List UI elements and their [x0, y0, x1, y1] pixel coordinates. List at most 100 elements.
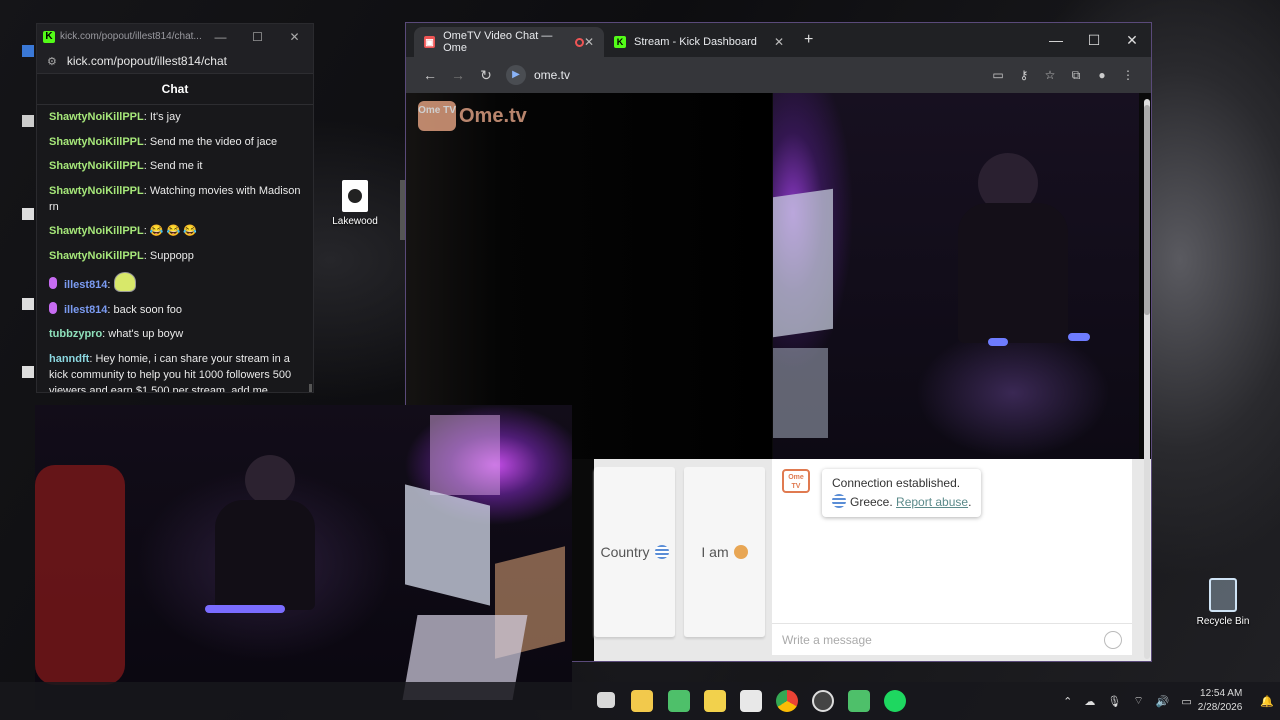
wifi-icon[interactable]: ⌔ [1133, 694, 1143, 708]
chat-username[interactable]: hanndft [49, 353, 89, 365]
person-body-shape [215, 500, 315, 610]
site-settings-icon[interactable]: ⚙ [47, 55, 57, 68]
bookmark-star-icon[interactable]: ☆ [1037, 68, 1063, 82]
emoji-smile-icon[interactable] [1104, 630, 1122, 649]
chat-message: illest814: back soon foo [49, 301, 301, 318]
microphone-icon[interactable]: 🎙 [1107, 695, 1121, 708]
menu-kebab-icon[interactable]: ⋮ [1115, 68, 1141, 82]
ometv-chat-panel: Ome TV Connection established. Greece. Re… [772, 459, 1132, 655]
person-head-shape [245, 455, 295, 505]
desktop-shortcut-icon[interactable] [22, 208, 34, 220]
greece-flag-icon [832, 494, 846, 508]
country-select-button[interactable]: Country [594, 467, 675, 637]
close-button[interactable]: ✕ [276, 30, 313, 44]
message-input[interactable]: Write a message [772, 623, 1132, 655]
ometv-logo-word: Ome.tv [459, 104, 527, 127]
close-button[interactable]: ✕ [1113, 32, 1151, 49]
page-scrollbar[interactable] [1144, 99, 1150, 659]
onedrive-icon[interactable]: ☁ [1084, 695, 1095, 708]
chat-text: It's jay [149, 111, 181, 123]
file-explorer-icon[interactable] [631, 690, 653, 712]
chat-username[interactable]: illest814 [64, 304, 107, 316]
chat-window-title: kick.com/popout/illest814/chat... [60, 31, 202, 42]
reload-icon[interactable]: ↻ [472, 67, 500, 84]
back-arrow-icon[interactable]: ← [416, 67, 444, 83]
tab-ometv[interactable]: ▣ OmeTV Video Chat — Ome ✕ [414, 27, 604, 57]
chat-scrollbar[interactable] [309, 384, 312, 392]
chat-username[interactable]: ShawtyNoiKillPPL [49, 111, 144, 123]
chat-window-urlbar: ⚙ kick.com/popout/illest814/chat [37, 49, 313, 74]
chat-window-titlebar[interactable]: K kick.com/popout/illest814/chat... — ☐ … [37, 24, 313, 49]
taskbar-clock[interactable]: 12:54 AM 2/28/2026 [1198, 687, 1243, 715]
cast-icon[interactable]: ▭ [985, 68, 1011, 82]
chat-message: hanndft: Hey homie, i can share your str… [49, 351, 301, 393]
live-app-icon[interactable] [668, 690, 690, 712]
tab-search-icon[interactable]: ⧉ [1063, 68, 1089, 83]
chat-message: ShawtyNoiKillPPL: 😂 😂 😂 [49, 225, 198, 237]
desktop-shortcut-icon[interactable] [22, 115, 34, 127]
notes-app-icon[interactable] [704, 690, 726, 712]
tab-title: Stream - Kick Dashboard [634, 36, 757, 48]
desktop-icon-lakewood[interactable]: Lakewood [330, 180, 380, 227]
connection-status: Connection established. [832, 476, 961, 490]
system-message-bubble: Connection established. Greece. Report a… [822, 469, 982, 517]
address-bar[interactable]: ▶ ome.tv [506, 62, 570, 88]
minimize-button[interactable]: — [202, 30, 239, 44]
stranger-country: Greece. [850, 495, 893, 509]
ometv-favicon-icon: ▣ [424, 36, 436, 48]
tab-kick-dashboard[interactable]: K Stream - Kick Dashboard ✕ [604, 27, 794, 57]
chat-username[interactable]: ShawtyNoiKillPPL [49, 136, 144, 148]
chat-text: 😂 😂 😂 [149, 225, 198, 237]
tab-strip: ▣ OmeTV Video Chat — Ome ✕ K Stream - Ki… [406, 23, 1151, 57]
tray-expand-icon[interactable]: ⌃ [1063, 695, 1072, 708]
chat-username[interactable]: ShawtyNoiKillPPL [49, 250, 144, 262]
message-placeholder: Write a message [782, 632, 872, 647]
tab-close-icon[interactable]: ✕ [774, 35, 784, 49]
recycle-bin-icon [1209, 578, 1237, 612]
notification-bell-icon[interactable]: 🔔 [1260, 695, 1274, 708]
clock-time: 12:54 AM [1200, 688, 1243, 699]
chat-text: Send me the video of jace [149, 135, 278, 148]
volume-icon[interactable]: 🔊 [1156, 695, 1170, 708]
iam-label: I am [701, 544, 729, 560]
chat-header: Chat [37, 74, 313, 105]
maximize-button[interactable]: ☐ [239, 30, 276, 44]
chat-message-list: ShawtyNoiKillPPL: It's jay ShawtyNoiKill… [37, 105, 313, 393]
chat-username[interactable]: ShawtyNoiKillPPL [49, 160, 144, 172]
person-emoji-icon [733, 545, 748, 559]
chat-username[interactable]: ShawtyNoiKillPPL [49, 225, 144, 237]
tab-close-icon[interactable]: ✕ [584, 35, 594, 49]
chat-text: back soon foo [113, 303, 183, 316]
password-key-icon[interactable]: ⚷ [1011, 68, 1037, 82]
capture-app-icon[interactable] [740, 690, 762, 712]
desktop-shortcut-icon[interactable] [22, 298, 34, 310]
desktop-shortcut-icon[interactable] [22, 366, 34, 378]
minimize-button[interactable]: — [1037, 32, 1075, 48]
chat-username[interactable]: tubbzypro [49, 328, 102, 340]
chat-window-url[interactable]: kick.com/popout/illest814/chat [67, 54, 227, 68]
led-light-shape [988, 338, 1008, 346]
chrome-icon[interactable] [776, 690, 798, 712]
maximize-button[interactable]: ☐ [1075, 32, 1113, 49]
obs-app-icon[interactable] [812, 690, 834, 712]
browser-toolbar: ← → ↻ ▶ ome.tv ▭ ⚷ ☆ ⧉ ● ⋮ [406, 57, 1151, 93]
task-view-icon[interactable] [597, 692, 615, 708]
site-info-icon[interactable]: ▶ [506, 65, 526, 85]
chat-username[interactable]: ShawtyNoiKillPPL [49, 185, 144, 197]
chat-text: Suppopp [149, 249, 194, 262]
profile-avatar[interactable]: ● [1089, 68, 1115, 82]
new-tab-button[interactable]: + [804, 31, 813, 49]
desktop-icon-recycle-bin[interactable]: Recycle Bin [1195, 578, 1251, 627]
tab-title: OmeTV Video Chat — Ome [443, 30, 553, 54]
partner-webcam-video [773, 93, 1139, 459]
report-abuse-link[interactable]: Report abuse [896, 495, 968, 509]
clock-date: 2/28/2026 [1197, 702, 1243, 713]
live-app-icon[interactable] [848, 690, 870, 712]
monitor-shape [773, 188, 833, 338]
desktop-shortcut-icon[interactable] [22, 45, 34, 57]
battery-icon[interactable]: ▭ [1181, 695, 1191, 708]
spotify-icon[interactable] [884, 690, 906, 712]
forward-arrow-icon[interactable]: → [444, 67, 472, 83]
chat-username[interactable]: illest814 [64, 279, 107, 291]
gender-select-button[interactable]: I am [684, 467, 765, 637]
